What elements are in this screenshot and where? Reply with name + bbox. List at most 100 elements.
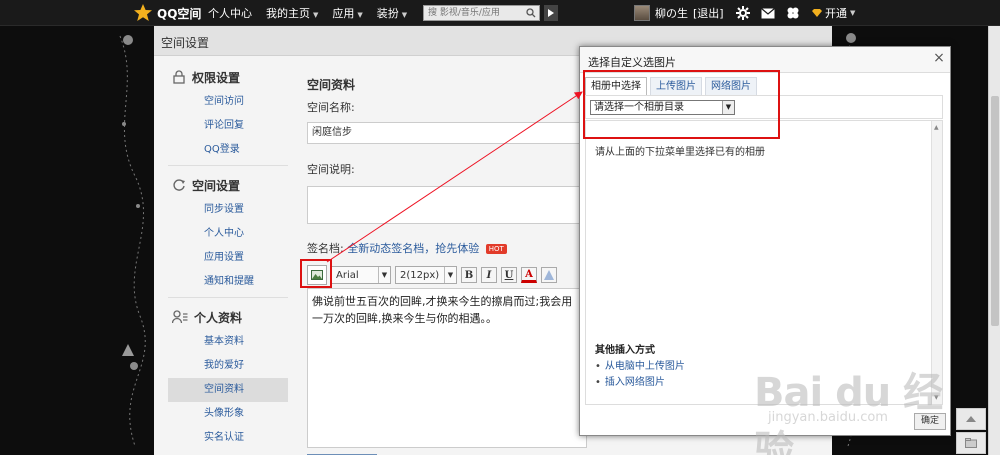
page-title: 空间设置 [161, 36, 210, 50]
upload-from-computer-link[interactable]: 从电脑中上传图片 [595, 359, 685, 375]
clover-icon[interactable] [786, 6, 800, 20]
section-title: 空间资料 [307, 78, 356, 92]
signature-label: 签名档: [307, 242, 344, 255]
nav-item-apps[interactable]: 应用 ▼ [332, 5, 362, 21]
search-icon[interactable] [524, 6, 538, 20]
page-scrollbar[interactable] [988, 26, 1000, 455]
highlight-button[interactable] [541, 267, 557, 283]
logout-link[interactable]: [退出] [693, 5, 724, 21]
font-family-select[interactable]: Arial ▼ [331, 266, 391, 284]
nav-item-personal-center[interactable]: 个人中心 [208, 5, 252, 21]
dialog-title: 选择自定义选图片 [588, 56, 676, 69]
underline-button[interactable]: U [501, 267, 517, 283]
sidebar-item-notifications[interactable]: 通知和提醒 [168, 270, 288, 294]
lock-icon [173, 70, 185, 84]
font-size-select[interactable]: 2(12px) ▼ [395, 266, 457, 284]
profile-icon [172, 310, 188, 324]
main-nav: 个人中心 我的主页 ▼ 应用 ▼ 装扮 ▼ [208, 0, 407, 26]
sidebar-group-space-settings: 空间设置 同步设置 个人中心 应用设置 通知和提醒 [168, 172, 288, 294]
highlight-box-album-tab [583, 70, 780, 139]
sidebar-item-avatar[interactable]: 头像形象 [168, 402, 288, 426]
sidebar-group-title: 权限设置 [192, 70, 241, 85]
settings-sidebar: 权限设置 空间访问 评论回复 QQ登录 空间设置 同步设置 个人中心 应用设置 … [168, 64, 288, 450]
nav-label: 装扮 [376, 7, 399, 20]
album-hint-text: 请从上面的下拉菜单里选择已有的相册 [595, 147, 765, 158]
search-input[interactable] [424, 6, 524, 20]
mail-icon[interactable] [761, 7, 775, 19]
folder-icon [965, 438, 977, 448]
logo-text: QQ空间 [157, 6, 202, 21]
bold-button[interactable]: B [461, 267, 477, 283]
play-arrow-button[interactable] [544, 5, 558, 21]
user-name[interactable]: 柳の生 [655, 5, 688, 21]
italic-button[interactable]: I [481, 267, 497, 283]
space-name-input[interactable]: 闲庭信步 [307, 122, 587, 144]
scrollbar-thumb[interactable] [991, 96, 999, 326]
sidebar-group-title: 空间设置 [192, 178, 241, 193]
insert-web-image-link[interactable]: 插入网络图片 [595, 375, 685, 391]
vip-open-menu[interactable]: 开通 ▼ [812, 4, 855, 22]
sidebar-group-header: 权限设置 [168, 64, 288, 90]
sidebar-item-basic-info[interactable]: 基本资料 [168, 330, 288, 354]
sidebar-group-profile: 个人资料 基本资料 我的爱好 空间资料 头像形象 实名认证 [168, 304, 288, 450]
divider [168, 165, 288, 166]
chevron-up-icon[interactable]: ▲ [934, 124, 939, 131]
sidebar-item-app-settings[interactable]: 应用设置 [168, 246, 288, 270]
baidu-watermark: Bai du 经验 jingyan.baidu.com [748, 346, 948, 455]
chevron-down-icon: ▼ [313, 11, 319, 19]
font-color-button[interactable]: A [521, 267, 537, 283]
sidebar-item-personal-center[interactable]: 个人中心 [168, 222, 288, 246]
diamond-icon [812, 9, 822, 17]
signature-row: 签名档: 全新动态签名档，抢先体验 HOT [307, 240, 507, 256]
sidebar-item-hobbies[interactable]: 我的爱好 [168, 354, 288, 378]
sidebar-item-sync[interactable]: 同步设置 [168, 198, 288, 222]
search-box [423, 5, 540, 21]
sidebar-group-header: 个人资料 [168, 304, 288, 330]
space-name-label: 空间名称: [307, 101, 355, 114]
other-methods-title: 其他插入方式 [595, 345, 655, 356]
sidebar-group-header: 空间设置 [168, 172, 288, 198]
user-area: 柳の生 [退出] [634, 4, 724, 22]
close-icon[interactable]: × [932, 51, 946, 65]
vip-open-label: 开通 [825, 7, 847, 20]
nav-item-my-homepage[interactable]: 我的主页 ▼ [266, 5, 318, 21]
toolbar-icons [736, 4, 800, 22]
chevron-down-icon: ▼ [401, 11, 408, 19]
nav-item-decorate[interactable]: 装扮 ▼ [377, 5, 407, 21]
watermark-brand: Bai du 经验 [754, 370, 943, 455]
qzone-star-icon [134, 4, 152, 21]
font-family-value: Arial [336, 269, 359, 281]
signature-editor[interactable]: 佛说前世五百次的回眸,才换来今生的擦肩而过;我会用一万次的回眸,换来今生与你的相… [307, 288, 587, 448]
sidebar-item-space-profile[interactable]: 空间资料 [168, 378, 288, 402]
divider [168, 297, 288, 298]
font-size-value: 2(12px) [400, 269, 440, 281]
other-insert-methods: 其他插入方式 从电脑中上传图片 插入网络图片 [595, 341, 685, 391]
top-navigation-bar: QQ空间 个人中心 我的主页▼ 应用▼ 装扮▼ 柳の生 [退出] 开通 ▼ [0, 0, 1000, 26]
decorative-vine-left [119, 35, 146, 447]
sidebar-item-space-access[interactable]: 空间访问 [168, 90, 288, 114]
nav-label: 我的主页 [266, 7, 310, 20]
sidebar-item-qq-login[interactable]: QQ登录 [168, 138, 288, 162]
feedback-button[interactable] [956, 432, 986, 454]
editor-toolbar: Arial ▼ 2(12px) ▼ B I U A [307, 264, 587, 286]
sync-icon [173, 179, 185, 191]
chevron-down-icon: ▼ [444, 267, 456, 283]
chevron-down-icon: ▼ [378, 267, 390, 283]
avatar[interactable] [634, 5, 650, 21]
back-to-top-button[interactable] [956, 408, 986, 430]
highlight-icon [544, 270, 554, 280]
nav-label: 个人中心 [208, 7, 252, 20]
watermark-url: jingyan.baidu.com [768, 410, 888, 425]
gear-icon[interactable] [736, 6, 750, 20]
sidebar-item-comment-reply[interactable]: 评论回复 [168, 114, 288, 138]
play-icon [548, 9, 554, 17]
space-desc-textarea[interactable] [307, 186, 587, 224]
sidebar-group-permissions: 权限设置 空间访问 评论回复 QQ登录 [168, 64, 288, 162]
qzone-logo[interactable]: QQ空间 [133, 3, 201, 23]
dynamic-signature-link[interactable]: 全新动态签名档，抢先体验 [347, 242, 479, 255]
chevron-down-icon: ▼ [850, 9, 856, 17]
hot-badge: HOT [485, 244, 507, 254]
highlight-box-insert-image [300, 259, 332, 288]
sidebar-item-real-name[interactable]: 实名认证 [168, 426, 288, 450]
space-desc-label: 空间说明: [307, 163, 355, 176]
